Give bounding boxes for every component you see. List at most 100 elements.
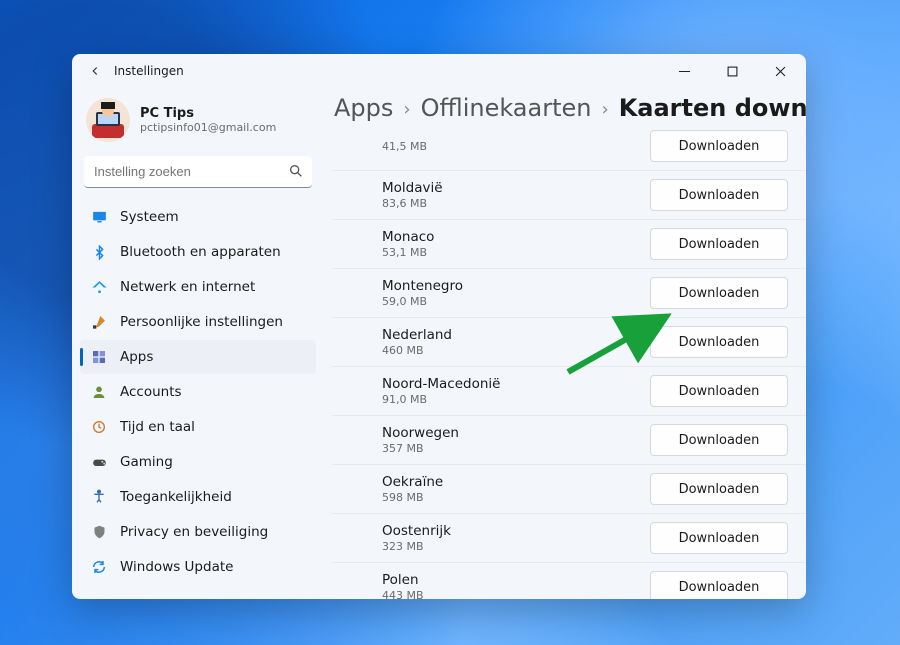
account-email: pctipsinfo01@gmail.com bbox=[140, 121, 276, 134]
maximize-button[interactable] bbox=[712, 54, 752, 88]
sidebar-item-label: Accounts bbox=[120, 384, 182, 400]
brush-icon bbox=[90, 313, 108, 331]
map-row: Noorwegen357 MB Downloaden bbox=[332, 416, 806, 465]
map-row: Monaco53,1 MB Downloaden bbox=[332, 220, 806, 269]
map-size: 357 MB bbox=[382, 442, 459, 455]
map-size: 598 MB bbox=[382, 491, 443, 504]
sidebar-item-monitor[interactable]: Systeem bbox=[80, 200, 316, 234]
sidebar-item-shield[interactable]: Privacy en beveiliging bbox=[80, 515, 316, 549]
search-icon bbox=[288, 163, 304, 183]
map-size: 83,6 MB bbox=[382, 197, 443, 210]
breadcrumb-apps[interactable]: Apps bbox=[334, 94, 393, 122]
sidebar-item-label: Persoonlijke instellingen bbox=[120, 314, 283, 330]
nav-list: Systeem Bluetooth en apparaten Netwerk en … bbox=[80, 200, 316, 584]
account-header[interactable]: PC Tips pctipsinfo01@gmail.com bbox=[80, 94, 316, 156]
sidebar-item-a11y[interactable]: Toegankelijkheid bbox=[80, 480, 316, 514]
map-name: Nederland bbox=[382, 327, 452, 344]
desktop-wallpaper: Instellingen bbox=[0, 0, 900, 645]
wifi-icon bbox=[90, 278, 108, 296]
sidebar-item-update[interactable]: Windows Update bbox=[80, 550, 316, 584]
download-button[interactable]: Downloaden bbox=[650, 424, 788, 456]
map-row: Polen443 MB Downloaden bbox=[332, 563, 806, 599]
search-field-wrap bbox=[84, 156, 312, 188]
download-button[interactable]: Downloaden bbox=[650, 228, 788, 260]
download-button[interactable]: Downloaden bbox=[650, 179, 788, 211]
back-button[interactable] bbox=[84, 60, 106, 82]
close-button[interactable] bbox=[760, 54, 800, 88]
sidebar-item-brush[interactable]: Persoonlijke instellingen bbox=[80, 305, 316, 339]
a11y-icon bbox=[90, 488, 108, 506]
avatar bbox=[86, 98, 130, 142]
download-button[interactable]: Downloaden bbox=[650, 473, 788, 505]
sidebar-item-game[interactable]: Gaming bbox=[80, 445, 316, 479]
map-name: Monaco bbox=[382, 229, 434, 246]
apps-icon bbox=[90, 348, 108, 366]
sidebar: PC Tips pctipsinfo01@gmail.com Systeem Bl… bbox=[72, 88, 324, 599]
map-row: Noord-Macedonië91,0 MB Downloaden bbox=[332, 367, 806, 416]
sidebar-item-label: Windows Update bbox=[120, 559, 233, 575]
download-button[interactable]: Downloaden bbox=[650, 571, 788, 599]
clock-icon bbox=[90, 418, 108, 436]
minimize-icon bbox=[679, 66, 690, 77]
sidebar-item-label: Gaming bbox=[120, 454, 173, 470]
chevron-right-icon: › bbox=[601, 99, 608, 120]
breadcrumb-current: Kaarten downloaden bbox=[619, 94, 806, 122]
map-row: Nederland460 MB Downloaden bbox=[332, 318, 806, 367]
map-size: 323 MB bbox=[382, 540, 451, 553]
sidebar-item-label: Bluetooth en apparaten bbox=[120, 244, 281, 260]
sidebar-item-apps[interactable]: Apps bbox=[80, 340, 316, 374]
settings-window: Instellingen bbox=[72, 54, 806, 599]
map-name: Noord-Macedonië bbox=[382, 376, 500, 393]
download-button[interactable]: Downloaden bbox=[650, 277, 788, 309]
game-icon bbox=[90, 453, 108, 471]
sidebar-item-bluetooth[interactable]: Bluetooth en apparaten bbox=[80, 235, 316, 269]
map-size: 41,5 MB bbox=[382, 140, 427, 153]
sidebar-item-wifi[interactable]: Netwerk en internet bbox=[80, 270, 316, 304]
download-button[interactable]: Downloaden bbox=[650, 130, 788, 162]
minimize-button[interactable] bbox=[664, 54, 704, 88]
map-size: 59,0 MB bbox=[382, 295, 463, 308]
map-name: Noorwegen bbox=[382, 425, 459, 442]
map-name: Oostenrijk bbox=[382, 523, 451, 540]
arrow-left-icon bbox=[88, 64, 102, 78]
sidebar-item-label: Toegankelijkheid bbox=[120, 489, 232, 505]
sidebar-item-person[interactable]: Accounts bbox=[80, 375, 316, 409]
map-row: Oekraïne598 MB Downloaden bbox=[332, 465, 806, 514]
download-button[interactable]: Downloaden bbox=[650, 522, 788, 554]
sidebar-item-label: Privacy en beveiliging bbox=[120, 524, 268, 540]
map-download-list: Malta41,5 MBDownloadenMoldavië83,6 MBDow… bbox=[332, 130, 806, 599]
monitor-icon bbox=[90, 208, 108, 226]
breadcrumb-offlinekaarten[interactable]: Offlinekaarten bbox=[421, 94, 592, 122]
close-icon bbox=[775, 66, 786, 77]
content-area: Apps › Offlinekaarten › Kaarten download… bbox=[324, 88, 806, 599]
map-row: Oostenrijk323 MB Downloaden bbox=[332, 514, 806, 563]
account-name: PC Tips bbox=[140, 106, 276, 122]
breadcrumb: Apps › Offlinekaarten › Kaarten download… bbox=[332, 92, 806, 130]
map-name: Montenegro bbox=[382, 278, 463, 295]
map-size: 53,1 MB bbox=[382, 246, 434, 259]
sidebar-item-label: Apps bbox=[120, 349, 153, 365]
update-icon bbox=[90, 558, 108, 576]
map-size: 91,0 MB bbox=[382, 393, 500, 406]
person-icon bbox=[90, 383, 108, 401]
map-size: 460 MB bbox=[382, 344, 452, 357]
sidebar-item-label: Netwerk en internet bbox=[120, 279, 255, 295]
map-row: Montenegro59,0 MB Downloaden bbox=[332, 269, 806, 318]
download-button[interactable]: Downloaden bbox=[650, 326, 788, 358]
sidebar-item-clock[interactable]: Tijd en taal bbox=[80, 410, 316, 444]
shield-icon bbox=[90, 523, 108, 541]
titlebar: Instellingen bbox=[72, 54, 806, 88]
map-name: Polen bbox=[382, 572, 424, 589]
map-row: Malta41,5 MBDownloaden bbox=[332, 130, 806, 171]
sidebar-item-label: Systeem bbox=[120, 209, 179, 225]
sidebar-item-label: Tijd en taal bbox=[120, 419, 195, 435]
map-size: 443 MB bbox=[382, 589, 424, 599]
map-row: Moldavië83,6 MB Downloaden bbox=[332, 171, 806, 220]
chevron-right-icon: › bbox=[403, 99, 410, 120]
maximize-icon bbox=[727, 66, 738, 77]
download-button[interactable]: Downloaden bbox=[650, 375, 788, 407]
map-name: Oekraïne bbox=[382, 474, 443, 491]
bluetooth-icon bbox=[90, 243, 108, 261]
map-name: Moldavië bbox=[382, 180, 443, 197]
search-input[interactable] bbox=[84, 156, 312, 188]
